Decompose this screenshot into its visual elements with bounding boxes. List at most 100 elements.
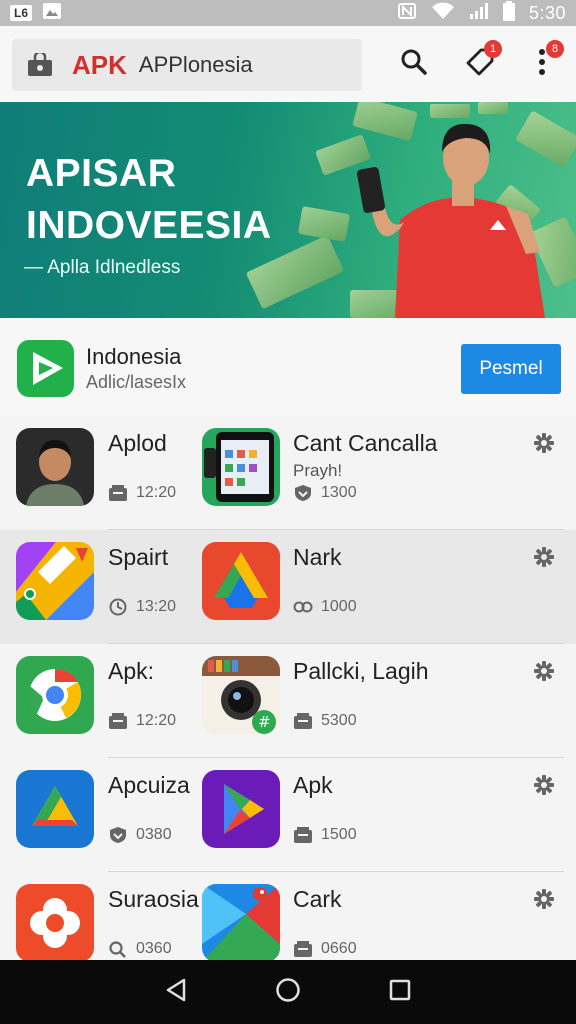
app-meta-value: 12:20 [136,484,177,501]
hero-subtitle: — Aplla Idlnedless [24,257,181,278]
tag-button[interactable]: 1 [462,40,502,82]
settings-gear-icon[interactable] [533,432,555,454]
brand-logo: APK [72,49,127,80]
back-triangle-icon [164,977,188,1008]
app-subtitle: Prayh! [293,461,343,480]
list-item[interactable]: Apk: 12:20 # Pallcki, Lagih 5300 [0,644,576,758]
app-name: Nark [293,544,342,570]
storage-icon [294,827,312,843]
app-meta-value: 13:20 [136,598,177,615]
status-bar: L6 5:30 [0,0,576,26]
camera-icon[interactable]: # [202,656,280,734]
app-meta: 12:20 [108,712,176,730]
app-meta: 1500 [293,826,357,844]
storage-icon [109,713,127,729]
battery-icon [502,0,515,26]
app-meta-value: 0380 [136,826,172,843]
menu-badge: 8 [546,40,564,58]
app-name: Aplod [108,430,167,456]
chrome-icon[interactable] [16,656,94,734]
phone-app-icon[interactable] [202,428,280,506]
drive-icon[interactable] [202,542,280,620]
status-right: 5:30 [397,0,566,26]
play-icon[interactable] [202,770,280,848]
status-time: 5:30 [528,2,566,23]
shield-icon [110,827,126,843]
app-meta-value: 1300 [321,484,357,501]
app-meta: 0660 [293,940,357,958]
app-bar: APK APPlonesia 1 8 [0,26,576,102]
storage-icon [109,485,127,501]
green-play-icon [17,340,74,397]
app-meta: 5300 [293,712,357,730]
recents-square-icon [388,978,412,1007]
app-meta: 1000 [293,598,357,616]
recents-button[interactable] [380,972,420,1012]
nfc-icon [397,2,417,25]
clock-icon [109,598,127,616]
list-item[interactable]: Apcuiza 0380 Apk 1500 [0,758,576,872]
home-button[interactable] [268,972,308,1012]
image-notification-icon [42,2,62,25]
settings-gear-icon[interactable] [533,546,555,568]
app-meta-value: 1000 [321,598,357,615]
search-box[interactable]: APK APPlonesia [12,39,362,91]
app-title: APPlonesia [138,52,253,77]
list-item[interactable]: Aplod 12:20 Cant Cancalla Prayh! 1300 [0,416,576,530]
app-name: Apcuiza [108,772,190,798]
store-bag-icon [26,50,54,77]
featured-app-row[interactable]: Indonesia Adlic/lasesIx Pesmel [0,318,576,416]
app-name: Pallcki, Lagih [293,658,429,684]
shield-icon [295,485,311,501]
back-button[interactable] [156,972,196,1012]
app-meta-value: 5300 [321,712,357,729]
hero-title-line2: INDOVEESIA [26,204,272,247]
wifi-icon [431,2,455,25]
list-item[interactable]: Spairt 13:20 Nark 1000 [0,530,576,644]
app-meta: 0360 [108,940,172,958]
install-button[interactable]: Pesmel [461,344,561,394]
app-name: Suraosia [108,886,199,912]
hero-title: APISAR INDOVEESIA [26,148,272,252]
settings-gear-icon[interactable] [533,774,555,796]
app-meta-value: 0660 [321,940,357,957]
status-left: L6 [10,2,62,25]
settings-gear-icon[interactable] [533,888,555,910]
carrier-chip: L6 [10,5,33,21]
app-meta-value: 0360 [136,940,172,957]
navigation-bar [0,960,576,1024]
settings-gear-icon[interactable] [533,660,555,682]
app-meta: 0380 [108,826,172,844]
search-button[interactable] [396,46,432,82]
app-meta-value: 12:20 [136,712,177,729]
profile-photo-icon[interactable] [16,428,94,506]
app-name: Cant Cancalla [293,430,438,456]
svg-text:#: # [258,713,271,731]
app-name: Cark [293,886,342,912]
hero-title-line1: APISAR [26,152,177,195]
app-meta-value: 1500 [321,826,357,843]
screen: L6 5:30 APK APPlonesia 1 8 APISAR INDOVE… [0,0,576,1024]
app-meta: 1300 [293,484,357,502]
search-small-icon [109,941,126,958]
app-name: Spairt [108,544,169,570]
maps-icon[interactable] [16,542,94,620]
notification-badge: 1 [484,40,502,58]
play-bird-icon[interactable] [202,884,280,962]
home-circle-icon [275,977,301,1008]
featured-app-subtitle: Adlic/lasesIx [86,372,187,392]
signal-icon [469,2,489,25]
featured-app-title: Indonesia [86,344,182,369]
storage-icon [294,713,312,729]
app-name: Apk: [108,658,155,684]
link-icon [293,601,313,613]
overflow-menu-button[interactable]: 8 [524,40,564,82]
flower-icon[interactable] [16,884,94,962]
app-meta: 12:20 [108,484,176,502]
app-list: Aplod 12:20 Cant Cancalla Prayh! 1300 Sp… [0,416,576,986]
hero-banner[interactable]: APISAR INDOVEESIA — Aplla Idlnedless [0,102,576,318]
storage-icon [294,941,312,957]
app-meta: 13:20 [108,598,176,616]
drive-blue-icon[interactable] [16,770,94,848]
app-name: Apk [293,772,333,798]
